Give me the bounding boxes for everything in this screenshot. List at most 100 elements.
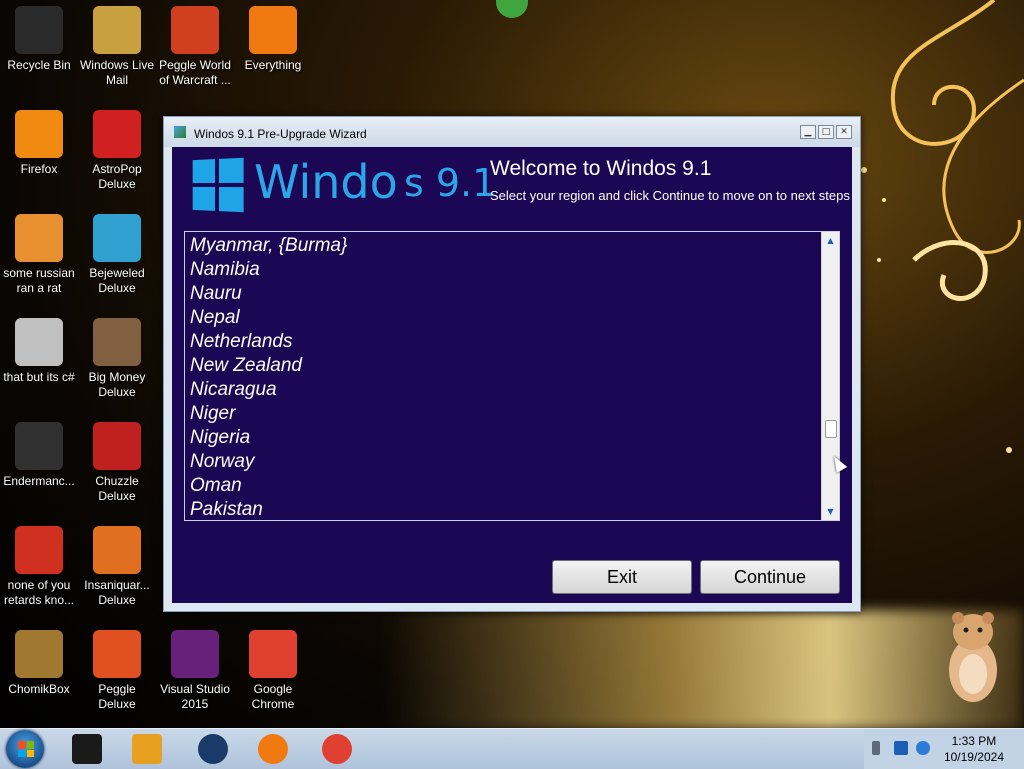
- continue-button[interactable]: Continue: [700, 560, 840, 594]
- taskbar-item-globe[interactable]: [186, 731, 240, 767]
- desktop-icon[interactable]: Peggle Deluxe: [78, 630, 156, 712]
- desktop-icon-label: Firefox: [20, 162, 58, 176]
- exe-icon: [15, 214, 63, 262]
- peggle-icon: [93, 630, 141, 678]
- desktop-icon[interactable]: some russian ran a rat: [0, 214, 78, 296]
- system-tray: 1:33 PM 10/19/2024: [864, 729, 1024, 769]
- desktop-icon[interactable]: Big Money Deluxe: [78, 318, 156, 400]
- tray-expand-icon[interactable]: [872, 741, 880, 755]
- desktop-icon-label: Big Money Deluxe: [88, 370, 146, 399]
- visual-studio-icon: [171, 630, 219, 678]
- scroll-down-icon[interactable]: ▼: [822, 503, 839, 520]
- hamster-mascot-icon: [949, 612, 997, 702]
- clock-time: 1:33 PM: [951, 734, 997, 748]
- desktop-icon-label: Insaniquar... Deluxe: [84, 578, 150, 607]
- desktop-icon-label: Endermanc...: [3, 474, 75, 488]
- desktop-icon[interactable]: none of you retards kno...: [0, 526, 78, 608]
- region-list-item[interactable]: New Zealand: [190, 354, 347, 378]
- desktop-icon[interactable]: AstroPop Deluxe: [78, 110, 156, 192]
- peggle-icon: [171, 6, 219, 54]
- region-list-item[interactable]: Myanmar, {Burma}: [190, 234, 347, 258]
- desktop-icon[interactable]: Windows Live Mail: [78, 6, 156, 88]
- chrome-icon: [322, 734, 352, 764]
- desktop-icon[interactable]: Firefox: [0, 110, 78, 177]
- region-list-item[interactable]: Netherlands: [190, 330, 347, 354]
- firefox-icon: [258, 734, 288, 764]
- minimize-icon[interactable]: ▁: [800, 125, 816, 139]
- firefox-icon: [15, 110, 63, 158]
- clock[interactable]: 1:33 PM 10/19/2024: [944, 733, 1004, 765]
- taskbar-item-chrome[interactable]: [310, 731, 364, 767]
- desktop-icon[interactable]: Peggle World of Warcraft ...: [156, 6, 234, 88]
- region-list-item[interactable]: Pakistan: [190, 498, 347, 520]
- region-list-item[interactable]: Nigeria: [190, 426, 347, 450]
- scroll-up-icon[interactable]: ▲: [822, 232, 839, 249]
- copy-icon: [15, 318, 63, 366]
- windows-logo-icon: [192, 157, 244, 213]
- desktop-icon[interactable]: Visual Studio 2015: [156, 630, 234, 712]
- region-listbox[interactable]: Myanmar, {Burma} Namibia Nauru Nepal Netherl…: [184, 231, 840, 521]
- close-icon[interactable]: ✕: [836, 125, 852, 139]
- region-scrollbar[interactable]: ▲ ▼: [821, 232, 839, 520]
- logo-text: Windo: [254, 155, 398, 209]
- maximize-icon[interactable]: □: [818, 125, 834, 139]
- desktop-icon-label: Google Chrome: [251, 682, 295, 711]
- desktop-icon-label: Visual Studio 2015: [160, 682, 230, 711]
- desktop-icon[interactable]: Recycle Bin: [0, 6, 78, 73]
- hamster-app-icon: [15, 630, 63, 678]
- desktop-icon-label: Everything: [244, 58, 302, 72]
- scrollbar-thumb[interactable]: [825, 420, 837, 438]
- window-title: Windos 9.1 Pre-Upgrade Wizard: [194, 127, 367, 141]
- fish-icon: [93, 526, 141, 574]
- start-button[interactable]: [6, 730, 44, 768]
- desktop-icon-label: Recycle Bin: [7, 58, 71, 72]
- globe-icon: [198, 734, 228, 764]
- windows-flag-icon: [18, 741, 34, 757]
- clock-date: 10/19/2024: [943, 750, 1004, 764]
- window-titlebar[interactable]: Windos 9.1 Pre-Upgrade Wizard ▁ □ ✕: [164, 117, 860, 147]
- desktop-icon-label: some russian ran a rat: [3, 266, 75, 295]
- region-list: Myanmar, {Burma} Namibia Nauru Nepal Netherl…: [190, 234, 347, 520]
- desktop-icon-label: Peggle World of Warcraft ...: [159, 58, 231, 87]
- desktop-icon-label: AstroPop Deluxe: [92, 162, 142, 191]
- wizard-window: Windos 9.1 Pre-Upgrade Wizard ▁ □ ✕ Wind…: [163, 116, 861, 612]
- big-money-icon: [93, 318, 141, 366]
- desktop-icon[interactable]: Chuzzle Deluxe: [78, 422, 156, 504]
- page-subtitle: Select your region and click Continue to…: [490, 188, 850, 203]
- desktop-icon-label: Windows Live Mail: [79, 58, 155, 87]
- taskbar-item-terminal[interactable]: [60, 731, 114, 767]
- region-list-item[interactable]: Niger: [190, 402, 347, 426]
- desktop-icon[interactable]: Bejeweled Deluxe: [78, 214, 156, 296]
- window-icon: [15, 422, 63, 470]
- bejeweled-icon: [93, 214, 141, 262]
- taskbar-item-firefox[interactable]: [246, 731, 300, 767]
- desktop-icon[interactable]: ChomikBox: [0, 630, 78, 697]
- wallpaper-glow: [380, 610, 1024, 730]
- window-controls: ▁ □ ✕: [800, 125, 852, 139]
- desktop-icon[interactable]: Google Chrome: [234, 630, 312, 712]
- region-list-item[interactable]: Nicaragua: [190, 378, 347, 402]
- region-list-item[interactable]: Oman: [190, 474, 347, 498]
- chrome-like-icon: [15, 526, 63, 574]
- region-list-item[interactable]: Nauru: [190, 282, 347, 306]
- chrome-icon: [249, 630, 297, 678]
- desktop-icon[interactable]: Endermanc...: [0, 422, 78, 489]
- volume-icon[interactable]: [916, 741, 930, 755]
- wallpaper-gem: [496, 0, 528, 18]
- taskbar-item-media-player[interactable]: [120, 731, 174, 767]
- region-list-item[interactable]: Norway: [190, 450, 347, 474]
- desktop-icon[interactable]: Everything: [234, 6, 312, 73]
- desktop-icon-label: Bejeweled Deluxe: [89, 266, 145, 295]
- wizard-body: Windo s 9.1 Welcome to Windos 9.1 Select…: [172, 147, 852, 603]
- network-icon[interactable]: [894, 741, 908, 755]
- region-list-item[interactable]: Nepal: [190, 306, 347, 330]
- desktop-icon[interactable]: Insaniquar... Deluxe: [78, 526, 156, 608]
- desktop-icon[interactable]: that but its c#: [0, 318, 78, 385]
- exit-button[interactable]: Exit: [552, 560, 692, 594]
- desktop-icon-label: Peggle Deluxe: [98, 682, 136, 711]
- media-player-icon: [132, 734, 162, 764]
- desktop-icon-label: Chuzzle Deluxe: [95, 474, 139, 503]
- region-list-item[interactable]: Namibia: [190, 258, 347, 282]
- recycle-bin-icon: [15, 6, 63, 54]
- taskbar: 1:33 PM 10/19/2024: [0, 728, 1024, 769]
